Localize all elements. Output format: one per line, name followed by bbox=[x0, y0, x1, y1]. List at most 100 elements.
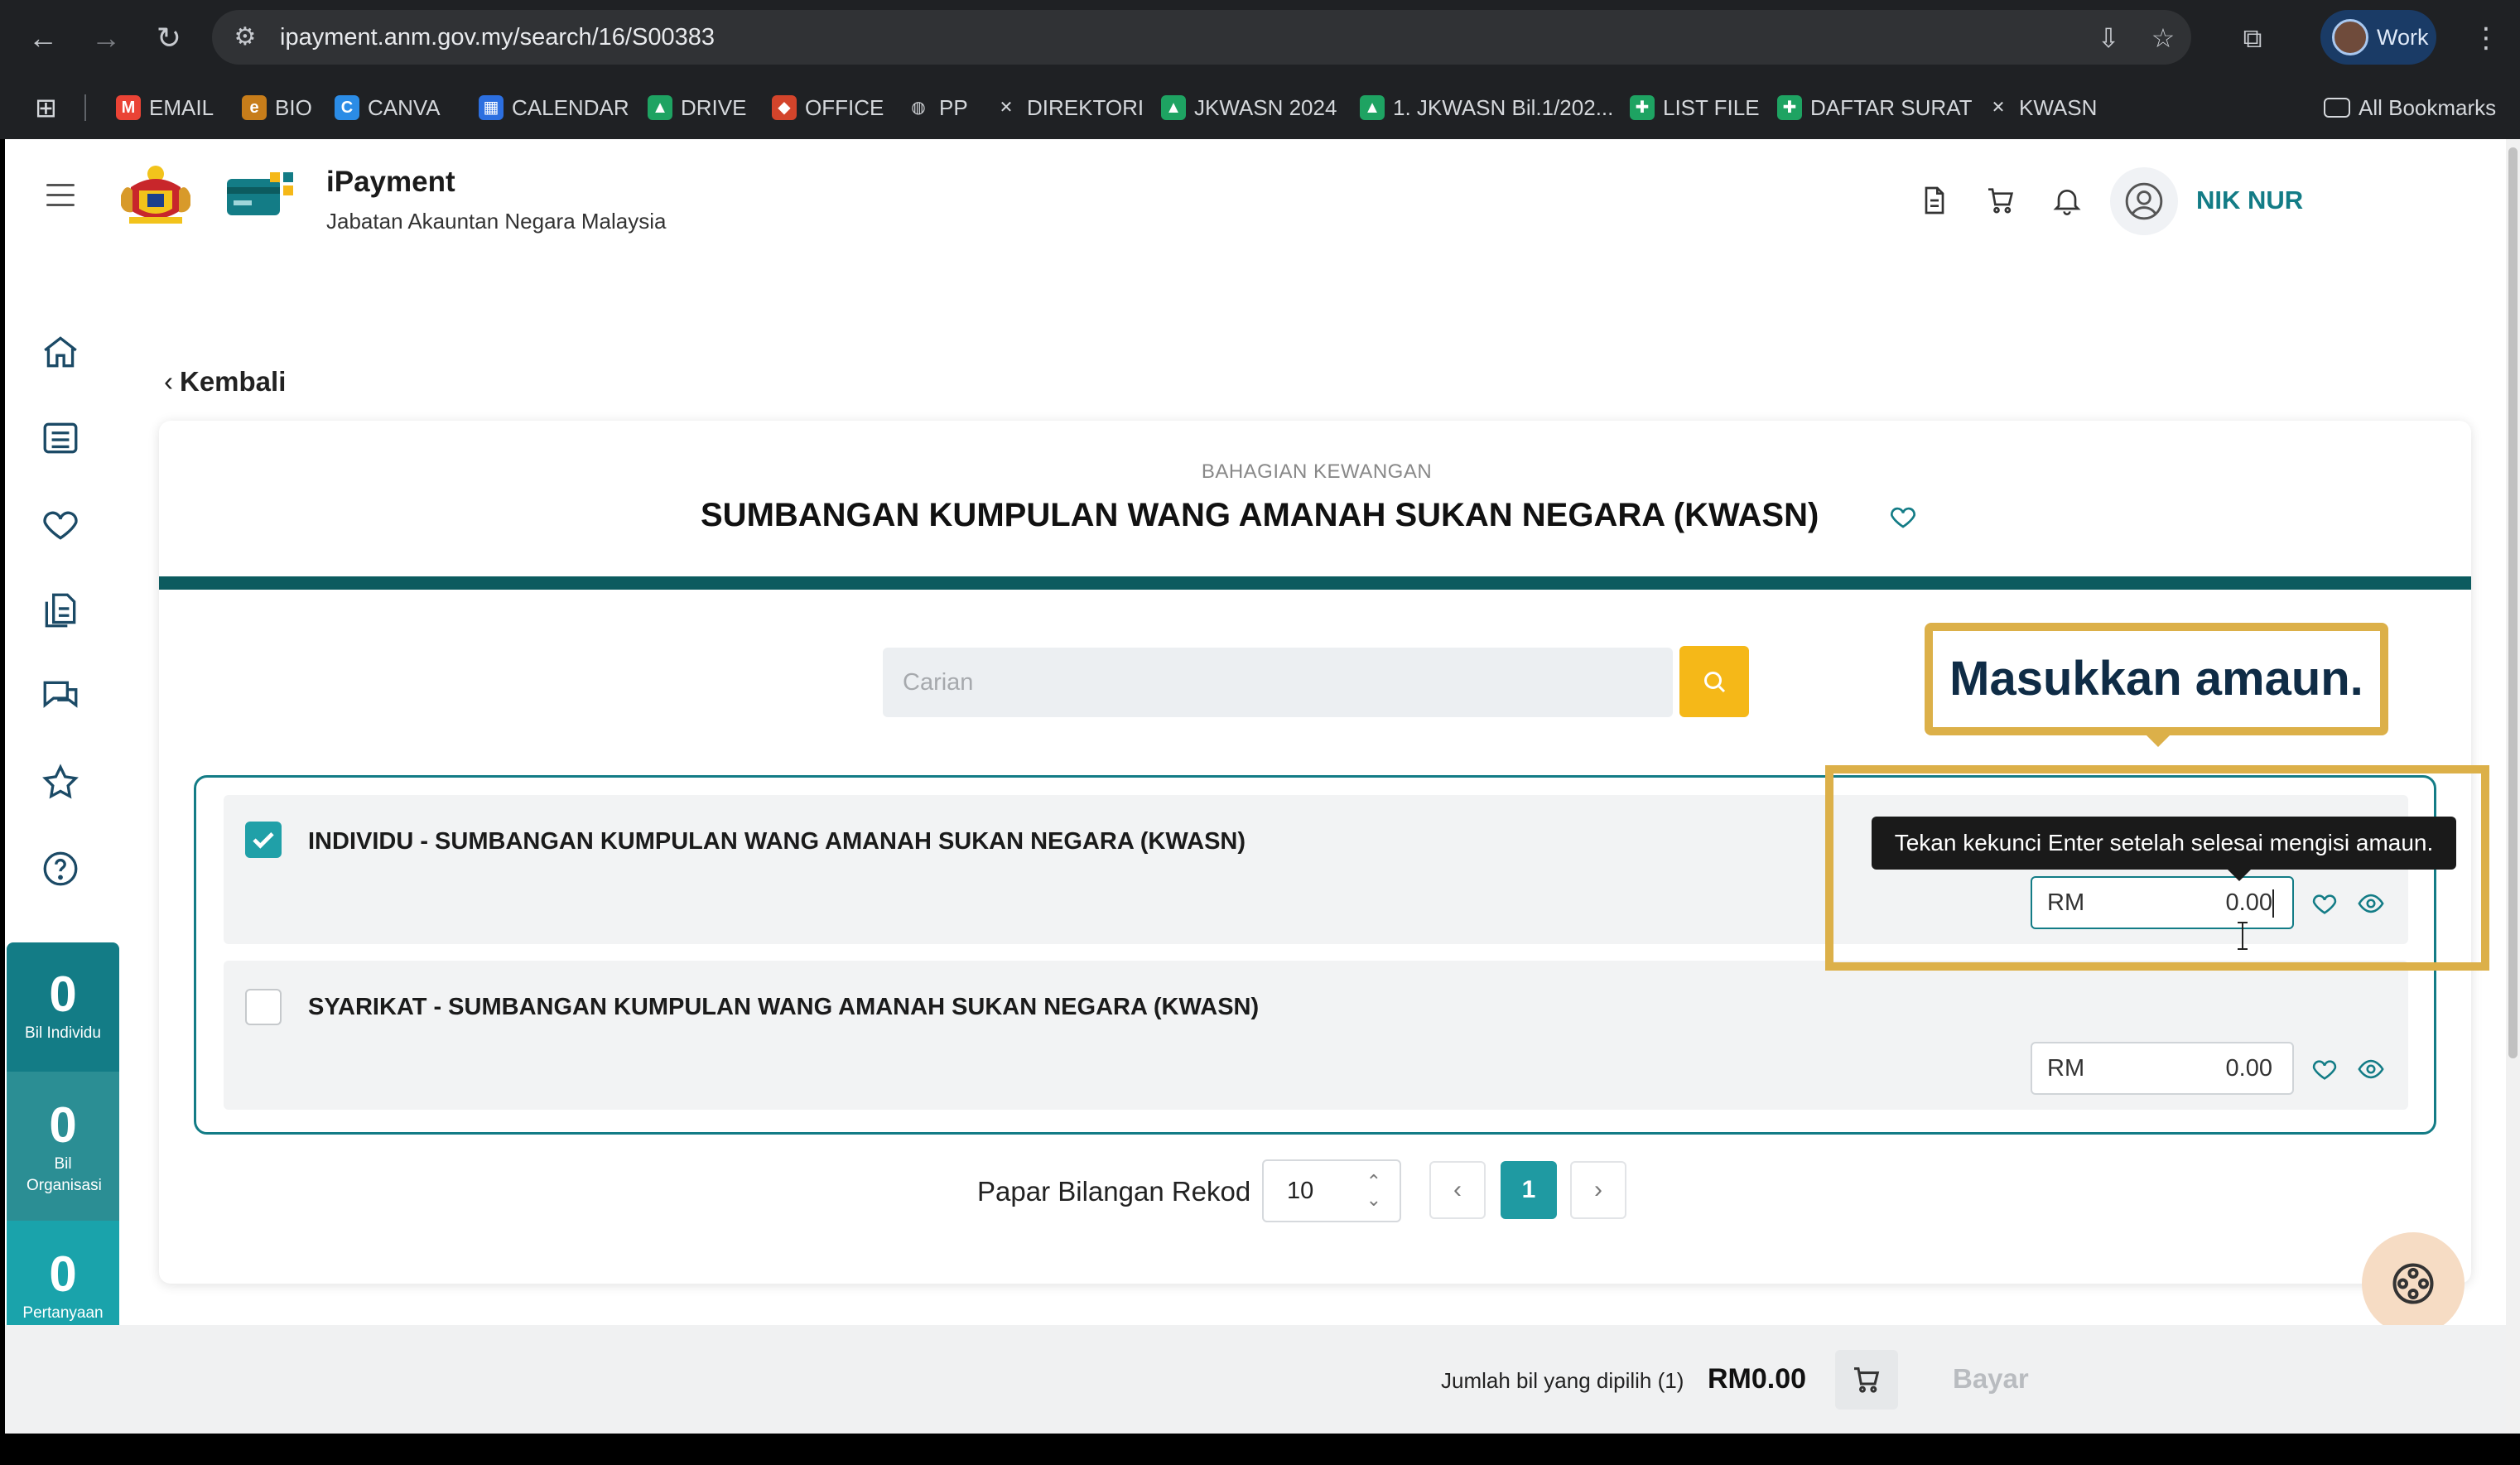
all-bookmarks-label: All Bookmarks bbox=[2359, 95, 2497, 120]
apps-grid-icon[interactable]: ⊞ bbox=[35, 76, 57, 139]
site-settings-icon[interactable]: ⚙ bbox=[230, 22, 260, 52]
cart-icon bbox=[1854, 1367, 1880, 1393]
back-label: Kembali bbox=[180, 366, 287, 397]
bookmark-label: OFFICE bbox=[805, 95, 884, 120]
scrollbar-thumb[interactable] bbox=[2508, 147, 2518, 1058]
item-checkbox-syarikat[interactable] bbox=[245, 989, 282, 1025]
document-icon[interactable] bbox=[1918, 184, 1951, 217]
brand-title: iPayment bbox=[326, 166, 455, 198]
hamburger-menu-icon[interactable] bbox=[46, 184, 75, 209]
stat-caption: Bil Individu bbox=[25, 1024, 101, 1042]
joomla-icon: ✕ bbox=[999, 99, 1014, 118]
bookmark-7[interactable]: ✕ DIREKTORI bbox=[994, 76, 1144, 139]
sheets-icon: ✚ bbox=[1630, 95, 1655, 121]
list-icon[interactable] bbox=[40, 417, 81, 459]
back-arrow-icon[interactable]: ← bbox=[23, 18, 63, 58]
instruction-callout: Masukkan amaun. bbox=[1925, 623, 2388, 735]
next-page-button[interactable]: › bbox=[1570, 1161, 1626, 1219]
bookmark-label: DRIVE bbox=[681, 95, 747, 120]
cart-icon[interactable] bbox=[1984, 184, 2017, 217]
callout-text: Masukkan amaun. bbox=[1949, 652, 2363, 706]
canva-icon: C bbox=[335, 95, 359, 121]
gmail-icon: M bbox=[116, 95, 141, 121]
updown-chevron-icon: ⌃ ⌄ bbox=[1366, 1171, 1381, 1210]
bookmark-6[interactable]: ◍ PP bbox=[906, 76, 968, 139]
page-scrollbar[interactable] bbox=[2506, 139, 2520, 1434]
drive-icon: ▲ bbox=[648, 95, 672, 121]
bookmark-separator bbox=[84, 94, 86, 121]
bookmark-3[interactable]: ▦ CALENDAR bbox=[479, 76, 629, 139]
item-checkbox-individu[interactable] bbox=[245, 822, 282, 858]
stat-bil-organisasi[interactable]: 0 Bil Organisasi bbox=[7, 1072, 119, 1221]
bookmark-label: DAFTAR SURAT bbox=[1810, 95, 1973, 120]
user-avatar[interactable] bbox=[2110, 167, 2178, 235]
address-bar[interactable]: ⚙ ipayment.anm.gov.my/search/16/S00383 ⇩… bbox=[212, 10, 2191, 65]
bookmark-5[interactable]: ◆ OFFICE bbox=[772, 76, 884, 139]
user-name[interactable]: NIK NUR bbox=[2196, 186, 2303, 215]
screen-bottom-edge bbox=[0, 1434, 2520, 1465]
callout-arrow bbox=[2145, 734, 2171, 747]
pay-button[interactable]: Bayar bbox=[1953, 1363, 2029, 1395]
browser-toolbar: ← → ↻ ⚙ ipayment.anm.gov.my/search/16/S0… bbox=[0, 0, 2520, 76]
help-icon[interactable] bbox=[40, 848, 81, 889]
bookmark-0[interactable]: M EMAIL bbox=[116, 76, 214, 139]
bookmark-2[interactable]: C CANVA bbox=[335, 76, 441, 139]
chat-icon[interactable] bbox=[40, 676, 81, 717]
bookmark-12[interactable]: ✕ KWASN bbox=[1986, 76, 2098, 139]
install-app-icon[interactable]: ⇩ bbox=[2092, 22, 2125, 55]
selected-bills-label: Jumlah bil yang dipilih (1) bbox=[1441, 1368, 1684, 1393]
star-icon[interactable] bbox=[40, 762, 81, 803]
profile-label: Work bbox=[2377, 25, 2429, 50]
search-button[interactable] bbox=[1679, 646, 1749, 717]
forward-arrow-icon[interactable]: → bbox=[86, 18, 126, 58]
bookmark-label: EMAIL bbox=[149, 95, 214, 120]
records-per-page-select[interactable]: 10 ⌃ ⌄ bbox=[1262, 1159, 1401, 1222]
back-link[interactable]: ‹ Kembali bbox=[164, 366, 286, 398]
amount-input-syarikat[interactable]: RM 0.00 bbox=[2031, 1042, 2294, 1095]
bookmark-label: DIREKTORI bbox=[1027, 95, 1144, 120]
records-per-page-label: Papar Bilangan Rekod bbox=[977, 1176, 1251, 1207]
bookmark-label: KWASN bbox=[2019, 95, 2098, 120]
checkout-footer bbox=[5, 1325, 2506, 1434]
accessibility-fab[interactable] bbox=[2362, 1232, 2465, 1335]
profile-button[interactable]: Work bbox=[2320, 10, 2436, 65]
all-bookmarks-button[interactable]: All Bookmarks bbox=[2324, 76, 2496, 139]
bookmarks-bar: ⊞ M EMAIL e BIO C CANVA ▦ CALENDAR ▲ DRIVE ◆ OFFICE… bbox=[0, 76, 2520, 139]
bookmark-star-icon[interactable]: ☆ bbox=[2147, 22, 2180, 55]
bookmark-label: 1. JKWASN Bil.1/202... bbox=[1393, 95, 1614, 120]
highlight-frame bbox=[1825, 765, 2489, 971]
browser-menu-icon[interactable]: ⋮ bbox=[2472, 18, 2500, 58]
documents-icon[interactable] bbox=[40, 590, 81, 631]
folder-icon bbox=[2324, 98, 2350, 118]
stat-value: 0 bbox=[49, 1097, 77, 1153]
bookmark-4[interactable]: ▲ DRIVE bbox=[648, 76, 746, 139]
search-input[interactable] bbox=[883, 648, 1673, 717]
bell-icon[interactable] bbox=[2050, 184, 2084, 217]
extensions-icon[interactable]: ⧉ bbox=[2236, 22, 2269, 55]
drive-icon: ▲ bbox=[1360, 95, 1385, 121]
eye-icon[interactable] bbox=[2357, 1055, 2385, 1083]
select-value: 10 bbox=[1287, 1178, 1314, 1204]
stat-bil-individu[interactable]: 0 Bil Individu bbox=[7, 942, 119, 1072]
heart-icon[interactable] bbox=[40, 504, 81, 545]
reload-icon[interactable]: ↻ bbox=[149, 18, 189, 58]
prev-page-button[interactable]: ‹ bbox=[1429, 1161, 1486, 1219]
bookmark-8[interactable]: ▲ JKWASN 2024 bbox=[1161, 76, 1337, 139]
bookmark-1[interactable]: e BIO bbox=[242, 76, 312, 139]
bookmark-11[interactable]: ✚ DAFTAR SURAT bbox=[1777, 76, 1972, 139]
home-icon[interactable] bbox=[40, 331, 81, 373]
favourite-heart-icon[interactable] bbox=[2310, 1055, 2339, 1083]
department-label: BAHAGIAN KEWANGAN bbox=[1201, 460, 1433, 483]
bookmark-9[interactable]: ▲ 1. JKWASN Bil.1/202... bbox=[1360, 76, 1613, 139]
footer-cart-button[interactable] bbox=[1835, 1350, 1898, 1410]
stat-value: 0 bbox=[49, 1246, 77, 1302]
globe-icon: ◍ bbox=[911, 99, 926, 118]
bookmark-label: CANVA bbox=[368, 95, 441, 120]
page-1-button[interactable]: 1 bbox=[1501, 1161, 1557, 1219]
chevron-left-icon: ‹ bbox=[164, 366, 173, 397]
bookmark-label: BIO bbox=[275, 95, 312, 120]
favourite-heart-icon[interactable] bbox=[1888, 502, 1918, 532]
bookmark-10[interactable]: ✚ LIST FILE bbox=[1630, 76, 1760, 139]
sheets-icon: ✚ bbox=[1777, 95, 1802, 121]
bookmark-label: PP bbox=[939, 95, 968, 120]
